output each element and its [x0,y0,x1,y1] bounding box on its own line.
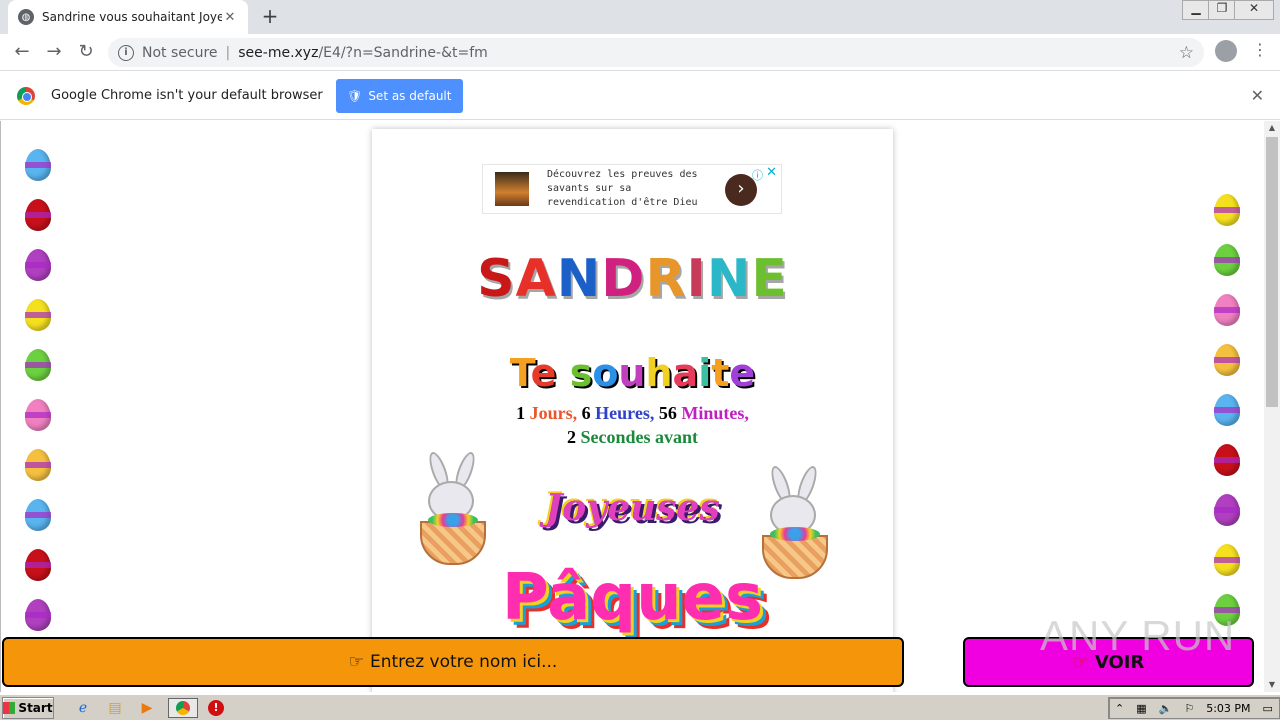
tray-expand-icon[interactable]: ⌃ [1115,702,1124,715]
ad-thumbnail [495,172,529,206]
info-icon[interactable]: i [118,44,134,61]
name-entry-button[interactable]: ☞ Entrez votre nom ici... [2,637,904,687]
browser-tab[interactable]: ◍ Sandrine vous souhaitant Joyeuses ✕ [8,0,248,34]
ad-close-icon[interactable]: ✕ [766,165,777,180]
easter-egg-icon [1214,294,1240,326]
page-scrollbar[interactable]: ▲ ▼ [1264,121,1280,692]
set-as-default-label: Set as default [368,88,452,103]
adchoices-icon[interactable]: ⓘ [752,167,763,183]
minimize-icon[interactable]: ▁ [1182,0,1210,20]
easter-egg-icon [25,299,51,331]
windows-logo-icon [3,701,16,714]
new-tab-button[interactable]: + [260,6,280,28]
easter-egg-icon [25,549,51,581]
volume-icon[interactable]: 🔈 [1159,702,1173,715]
souhaite-text: Te souhaite [509,351,756,395]
easter-egg-icon [25,199,51,231]
flag-icon[interactable]: ⚐ [1184,702,1194,715]
globe-icon: ◍ [18,9,34,25]
scrollbar-thumb[interactable] [1266,137,1278,407]
internet-explorer-icon[interactable]: ℯ [72,698,94,718]
profile-avatar-icon[interactable] [1215,40,1237,62]
easter-egg-icon [25,449,51,481]
easter-egg-icon [25,149,51,181]
name-entry-label: Entrez votre nom ici... [369,652,558,672]
easter-egg-icon [1214,444,1240,476]
hours-label: Heures, [595,403,655,423]
system-tray: ⌃ ▦ 🔈 ⚐ 5:03 PM ▭ [1108,697,1280,719]
seconds-value: 2 [566,427,576,447]
easter-egg-icon [1214,494,1240,526]
close-infobar-icon[interactable]: ✕ [1251,86,1264,105]
start-button[interactable]: Start [2,696,54,719]
page-viewport: Découvrez les preuves des savants sur sa… [0,121,1264,692]
start-label: Start [18,700,53,715]
minutes-label: Minutes, [681,403,749,423]
close-window-icon[interactable]: ✕ [1234,0,1274,20]
easter-egg-icon [1214,244,1240,276]
easter-egg-icon [25,499,51,531]
tab-strip: ◍ Sandrine vous souhaitant Joyeuses ✕ + … [0,0,1280,34]
url-path: /E4/?n=Sandrine-&t=fm [318,44,488,61]
hours-value: 6 [581,403,591,423]
souhaite-heading: Te souhaite [372,351,893,395]
recipient-name-text: SANDRINE [477,249,788,309]
bookmark-star-icon[interactable]: ☆ [1179,43,1194,63]
windows-taskbar: Start ℯ ▤ ▶ ! ⌃ ▦ 🔈 ⚐ 5:03 PM ▭ [0,694,1280,720]
file-explorer-icon[interactable]: ▤ [104,698,126,718]
anyrun-watermark: ANY RUN [1040,612,1236,659]
easter-egg-icon [25,599,51,631]
reload-icon[interactable]: ↻ [74,40,98,64]
pointing-hand-icon: ☞ [348,652,364,672]
security-label: Not secure [142,44,218,61]
recipient-name: SANDRINE [372,249,893,309]
omnibox-separator: | [225,44,231,61]
address-bar[interactable]: i Not secure | see-me.xyz /E4/?n=Sandrin… [108,38,1204,67]
days-value: 1 [516,403,526,423]
easter-egg-icon [1214,344,1240,376]
clock: 5:03 PM [1206,701,1251,715]
show-desktop-icon[interactable]: ▭ [1263,702,1273,715]
days-label: Jours, [529,403,578,423]
easter-egg-icon [25,349,51,381]
default-browser-infobar: Google Chrome isn't your default browser… [0,72,1280,120]
easter-egg-icon [25,399,51,431]
browser-toolbar: ← → ↻ i Not secure | see-me.xyz /E4/?n=S… [0,34,1280,71]
set-as-default-button[interactable]: 🛡 Set as default [335,78,463,113]
joyeuses-heading: Joyeuses [545,487,720,529]
scroll-up-icon[interactable]: ▲ [1264,121,1280,135]
infobar-text: Google Chrome isn't your default browser [51,88,323,103]
back-icon[interactable]: ← [10,40,34,64]
url-host: see-me.xyz [238,44,319,61]
shield-icon: 🛡 [347,88,363,103]
network-icon[interactable]: ▦ [1136,702,1146,715]
seconds-label: Secondes avant [580,427,698,447]
easter-egg-icon [1214,194,1240,226]
restore-icon[interactable]: ❐ [1208,0,1236,20]
alert-icon[interactable]: ! [208,699,224,716]
greeting-card: Découvrez les preuves des savants sur sa… [372,129,893,692]
scroll-down-icon[interactable]: ▼ [1264,678,1280,692]
countdown: 1 Jours, 6 Heures, 56 Minutes, 2 Seconde… [372,401,893,449]
advertisement[interactable]: Découvrez les preuves des savants sur sa… [482,164,782,214]
close-tab-icon[interactable]: ✕ [222,10,238,25]
easter-egg-icon [1214,394,1240,426]
chrome-logo-icon [17,86,35,105]
ad-text: Découvrez les preuves des savants sur sa… [547,169,698,208]
chrome-taskbar-icon[interactable] [168,697,198,718]
forward-icon[interactable]: → [42,40,66,64]
paques-heading: Pâques [501,561,764,635]
minutes-value: 56 [658,403,677,423]
media-player-icon[interactable]: ▶ [136,698,158,718]
easter-egg-icon [1214,544,1240,576]
easter-egg-icon [25,249,51,281]
menu-kebab-icon[interactable]: ⋮ [1252,40,1268,59]
tab-title: Sandrine vous souhaitant Joyeuses [42,10,222,24]
